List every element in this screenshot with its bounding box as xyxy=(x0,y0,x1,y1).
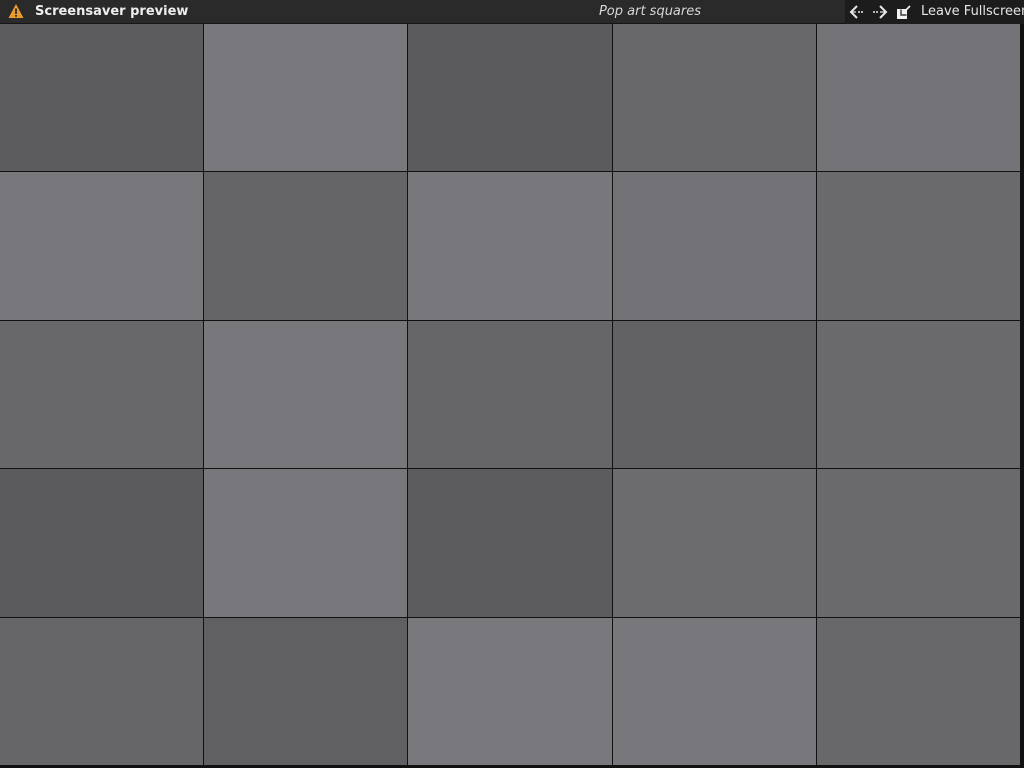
screensaver-tile xyxy=(816,172,1020,320)
screensaver-tile xyxy=(0,617,204,765)
screensaver-tile xyxy=(612,172,816,320)
screensaver-tile xyxy=(0,24,204,172)
screensaver-tile xyxy=(816,24,1020,172)
title-bar: Screensaver preview Pop art squares Leav… xyxy=(0,0,1024,24)
screensaver-tile xyxy=(816,320,1020,469)
screensaver-tile xyxy=(408,617,612,765)
screensaver-tile xyxy=(408,469,612,617)
leave-fullscreen-button[interactable]: Leave Fullscreen xyxy=(895,0,1024,24)
screensaver-tile xyxy=(612,24,816,172)
leave-fullscreen-icon xyxy=(897,5,911,19)
screensaver-tile xyxy=(204,172,408,320)
screensaver-tile xyxy=(0,320,204,469)
screensaver-tile xyxy=(612,617,816,765)
screensaver-tile xyxy=(408,24,612,172)
screensaver-tile-grid xyxy=(0,24,1020,765)
screensaver-tile xyxy=(204,320,408,469)
next-arrow-icon xyxy=(873,5,888,19)
window-title: Screensaver preview xyxy=(35,4,189,19)
fullscreen-controls: Leave Fullscreen xyxy=(845,0,1024,24)
previous-arrow-icon xyxy=(849,5,863,19)
screensaver-tile xyxy=(0,172,204,320)
screensaver-tile xyxy=(204,469,408,617)
screensaver-tile xyxy=(612,320,816,469)
previous-button[interactable] xyxy=(846,1,868,23)
warning-mark-stem xyxy=(15,8,17,14)
screensaver-tile xyxy=(408,320,612,469)
screensaver-tile xyxy=(204,617,408,765)
screensaver-tile xyxy=(816,617,1020,765)
screensaver-tile xyxy=(0,469,204,617)
screensaver-tile xyxy=(612,469,816,617)
warning-triangle-icon xyxy=(8,4,24,18)
leave-fullscreen-label: Leave Fullscreen xyxy=(921,4,1024,19)
next-button[interactable] xyxy=(869,1,891,23)
screensaver-tile xyxy=(204,24,408,172)
warning-mark-dot xyxy=(15,15,17,17)
screensaver-tile xyxy=(816,469,1020,617)
screensaver-tile xyxy=(408,172,612,320)
